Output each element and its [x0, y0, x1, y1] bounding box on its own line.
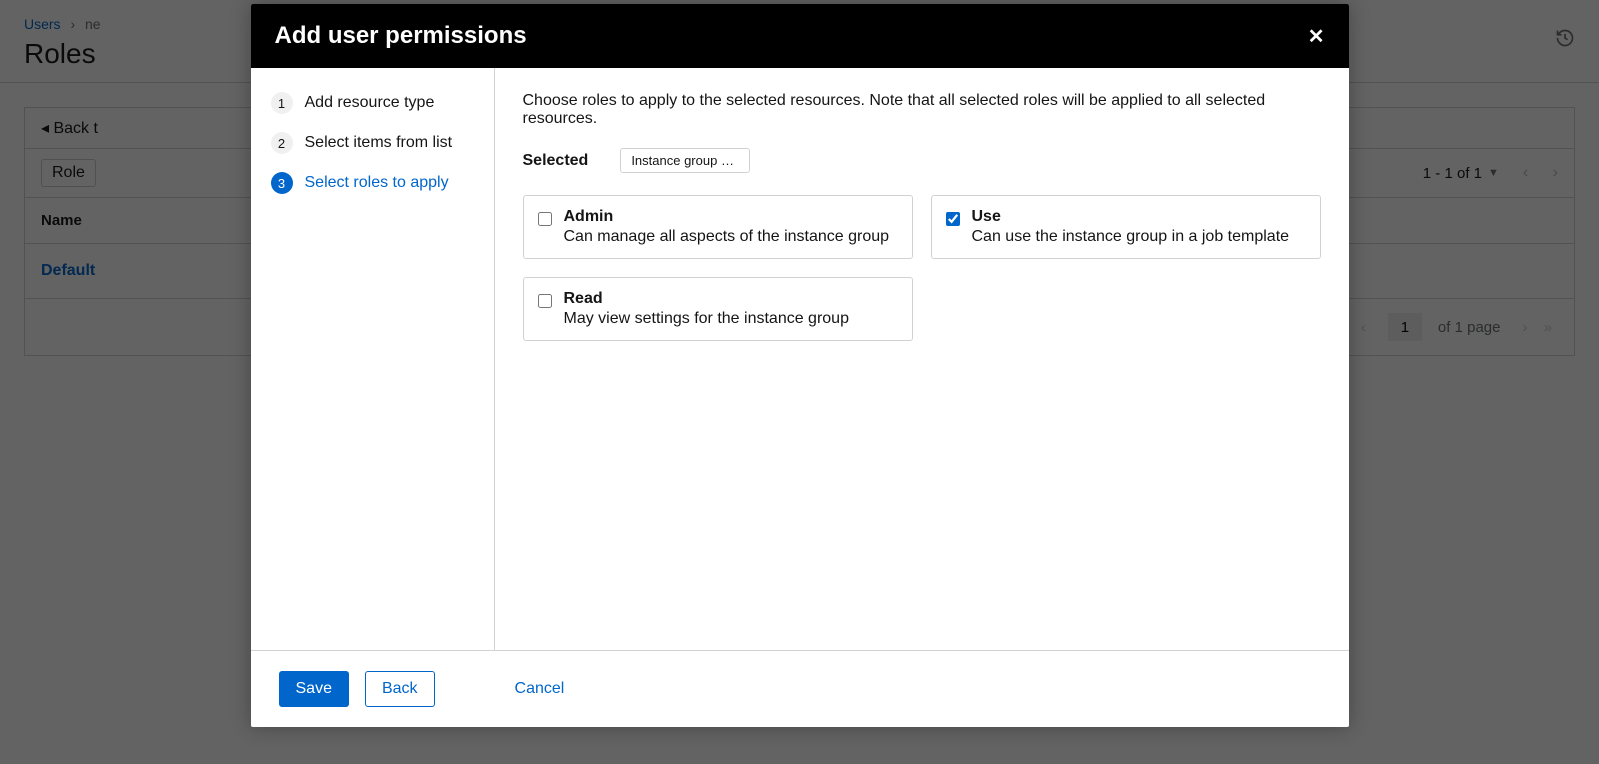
roles-grid: Admin Can manage all aspects of the inst…: [523, 195, 1321, 341]
role-description: Can use the instance group in a job temp…: [972, 228, 1290, 246]
role-card-use[interactable]: Use Can use the instance group in a job …: [931, 195, 1321, 259]
role-description: May view settings for the instance group: [564, 310, 849, 328]
wizard-step-1[interactable]: 1 Add resource type: [271, 92, 474, 114]
role-description: Can manage all aspects of the instance g…: [564, 228, 890, 246]
wizard-nav: 1 Add resource type 2 Select items from …: [251, 68, 495, 650]
save-button[interactable]: Save: [279, 671, 349, 707]
role-title: Admin: [564, 208, 890, 226]
modal-header: Add user permissions ✕: [251, 4, 1349, 68]
role-title: Read: [564, 290, 849, 308]
close-icon[interactable]: ✕: [1308, 24, 1325, 49]
cancel-button[interactable]: Cancel: [499, 672, 581, 706]
modal-footer: Save Back Cancel: [251, 650, 1349, 727]
wizard-step-3[interactable]: 3 Select roles to apply: [271, 172, 474, 194]
instruction-text: Choose roles to apply to the selected re…: [523, 92, 1321, 128]
selected-row: Selected Instance group you ca...: [523, 148, 1321, 173]
wizard-step-label: Select items from list: [305, 134, 453, 152]
wizard-step-number: 3: [271, 172, 293, 194]
wizard-step-number: 2: [271, 132, 293, 154]
modal-title: Add user permissions: [275, 22, 527, 50]
role-checkbox-read[interactable]: [538, 294, 552, 308]
wizard-step-label: Select roles to apply: [305, 174, 449, 192]
role-checkbox-admin[interactable]: [538, 212, 552, 226]
role-card-read[interactable]: Read May view settings for the instance …: [523, 277, 913, 341]
wizard-content: Choose roles to apply to the selected re…: [495, 68, 1349, 650]
role-title: Use: [972, 208, 1290, 226]
role-card-admin[interactable]: Admin Can manage all aspects of the inst…: [523, 195, 913, 259]
selected-label: Selected: [523, 152, 589, 170]
wizard-step-number: 1: [271, 92, 293, 114]
role-checkbox-use[interactable]: [946, 212, 960, 226]
back-button[interactable]: Back: [365, 671, 435, 707]
add-user-permissions-modal: Add user permissions ✕ 1 Add resource ty…: [251, 4, 1349, 727]
wizard-step-2[interactable]: 2 Select items from list: [271, 132, 474, 154]
wizard-step-label: Add resource type: [305, 94, 435, 112]
selected-chip[interactable]: Instance group you ca...: [620, 148, 750, 173]
